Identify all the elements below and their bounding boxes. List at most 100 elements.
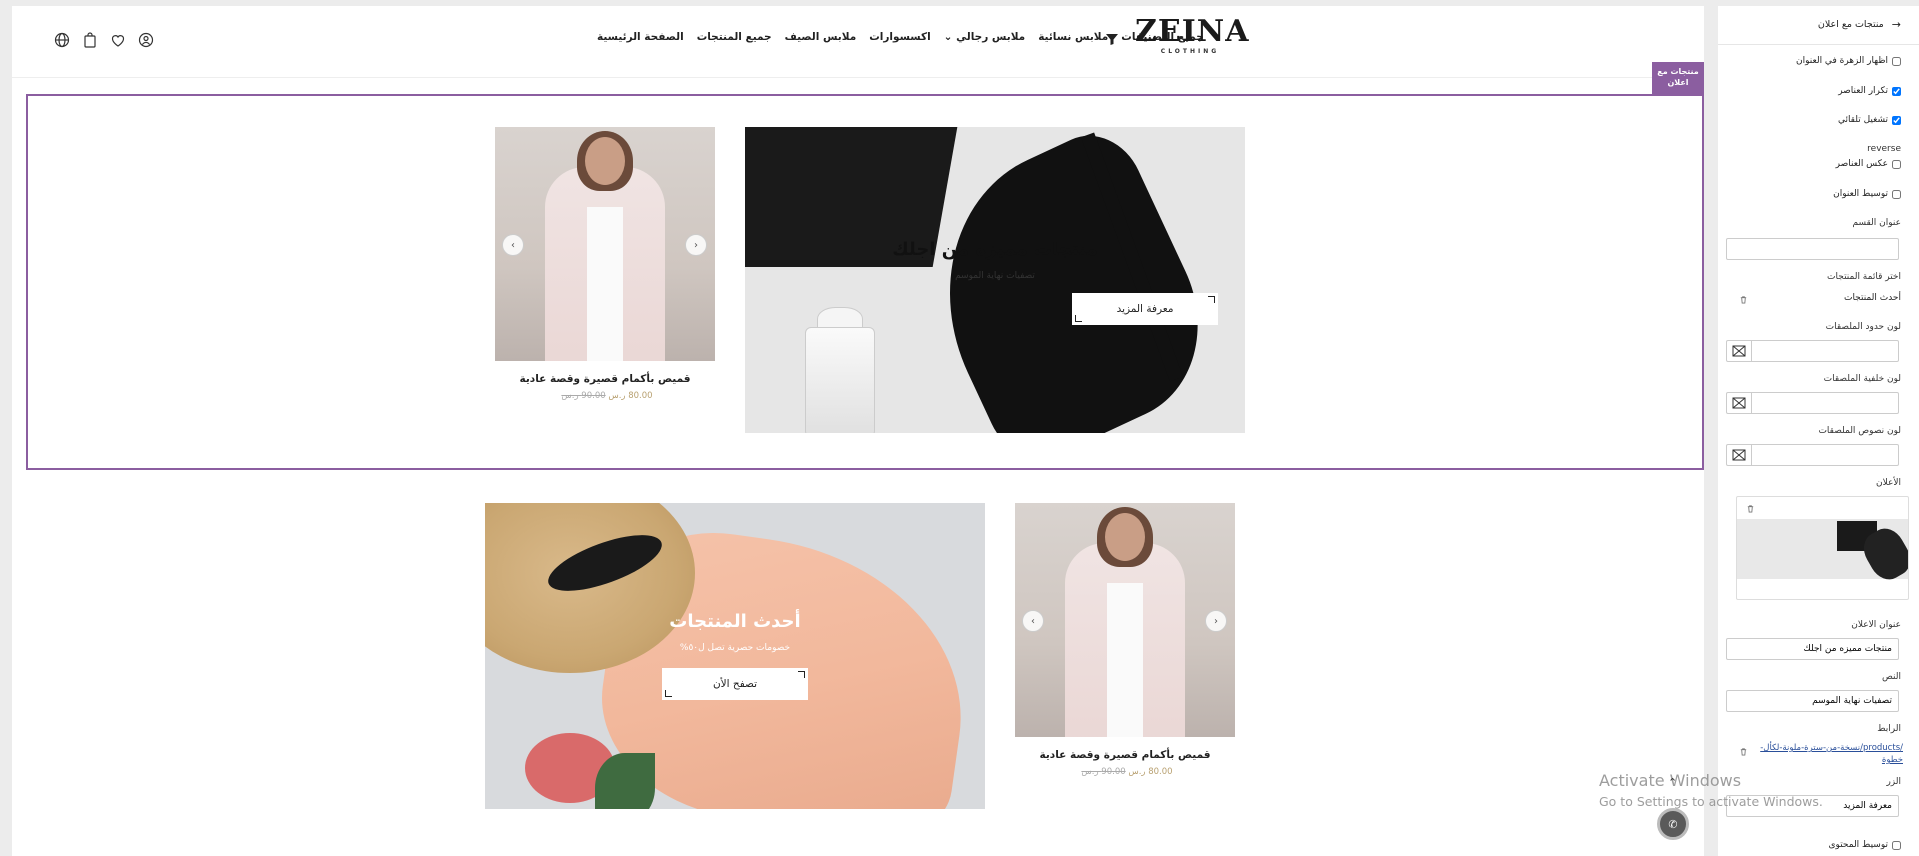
text-input[interactable] [1726, 690, 1899, 712]
trash-icon[interactable] [1736, 744, 1750, 758]
banner-1-title: منتجات مميزه من اجلك [892, 239, 1098, 260]
reverse-checkbox-row[interactable]: عكس العناصر [1836, 159, 1901, 169]
ad-banner-2[interactable]: أحدث المنتجات خصومات حصرية تصل ل٥٠% تصفح… [485, 503, 985, 809]
ad-title-input[interactable] [1726, 638, 1899, 660]
banner-2-title: أحدث المنتجات [669, 611, 801, 632]
watermark-line-1: Activate Windows [1599, 771, 1742, 790]
center-content-checkbox[interactable] [1892, 840, 1901, 850]
product-price: 80.00 ر.س 90.00 ر.س [495, 391, 715, 401]
back-arrow-icon[interactable]: → [1892, 18, 1901, 31]
nav-women[interactable]: ملابس نسائية [1038, 31, 1108, 43]
corner-mark [665, 690, 672, 697]
ad-image-thumbnail [1737, 519, 1908, 586]
show-flower-checkbox-row[interactable]: اظهار الزهرة في العنوان [1796, 56, 1901, 66]
corner-mark [798, 671, 805, 678]
scroll-to-top-icon[interactable]: ⌃ [1668, 776, 1677, 789]
section-tag[interactable]: منتجات مع اعلان [1652, 62, 1704, 94]
product-name[interactable]: قميص بأكمام قصيرة وقصة عادية [1015, 749, 1235, 761]
border-color-label: لون حدود الملصقات [1825, 322, 1901, 332]
bag-icon[interactable] [80, 30, 100, 50]
globe-icon[interactable] [52, 30, 72, 50]
banner-2-button-label: تصفح الأن [712, 678, 758, 690]
loop-label: تكرار العناصر [1838, 86, 1888, 96]
reverse-heading: reverse [1867, 144, 1901, 154]
settings-sidebar: → منتجات مع اعلان اظهار الزهرة في العنوا… [1718, 6, 1919, 856]
section-title-input[interactable] [1726, 238, 1899, 260]
banner-1-subtitle: تصفيات نهاية الموسم [955, 271, 1035, 281]
store-header: الصفحة الرئيسية جميع المنتجات ملابس الصي… [12, 6, 1704, 78]
loop-checkbox-row[interactable]: تكرار العناصر [1838, 86, 1901, 96]
price-old: 90.00 ر.س [561, 391, 606, 401]
trash-icon[interactable] [1743, 501, 1757, 515]
center-title-checkbox[interactable] [1892, 189, 1901, 199]
autoplay-checkbox-row[interactable]: تشغيل تلقائي [1838, 115, 1901, 125]
ad-label: الأعلان [1876, 478, 1901, 488]
product-image[interactable]: ‹ › [1015, 503, 1235, 737]
ad-title-label: عنوان الاعلان [1851, 620, 1901, 630]
button-label: الزر [1886, 777, 1901, 787]
carousel-prev-button[interactable]: ‹ [1022, 610, 1044, 632]
text-color-input[interactable] [1726, 444, 1899, 466]
loop-checkbox[interactable] [1892, 86, 1901, 96]
text-label: النص [1882, 672, 1901, 682]
store-logo[interactable]: ZEINA CLOTHING [1135, 14, 1250, 66]
chevron-down-icon: ⌄ [943, 31, 953, 43]
nav-all-products[interactable]: جميع المنتجات [697, 31, 772, 43]
link-label: الرابط [1877, 724, 1901, 734]
filter-icon[interactable] [1105, 32, 1119, 46]
center-content-label: توسيط المحتوى [1828, 840, 1888, 850]
product-card-1[interactable]: ‹ › قميص بأكمام قصيرة وقصة عادية 80.00 ر… [495, 127, 715, 401]
product-list-value[interactable]: أحدث المنتجات [1844, 293, 1901, 303]
ad-banner-1[interactable]: منتجات مميزه من اجلك تصفيات نهاية الموسم… [745, 127, 1245, 433]
center-title-checkbox-row[interactable]: توسيط العنوان [1833, 189, 1901, 199]
reverse-label: عكس العناصر [1835, 159, 1888, 169]
carousel-prev-button[interactable]: ‹ [502, 234, 524, 256]
nav-accessories[interactable]: اكسسوارات [869, 31, 930, 43]
center-title-label: توسيط العنوان [1833, 189, 1888, 199]
banner-1-button[interactable]: معرفة المزيد [1072, 293, 1218, 325]
show-flower-label: اظهار الزهرة في العنوان [1796, 56, 1888, 66]
nav-men[interactable]: ملابس رجالي ⌄ [944, 31, 1026, 43]
sidebar-header: → منتجات مع اعلان [1818, 18, 1901, 31]
user-icon[interactable] [136, 30, 156, 50]
reverse-checkbox[interactable] [1892, 159, 1901, 169]
price-old: 90.00 ر.س [1081, 767, 1126, 777]
product-photo-face [1105, 513, 1145, 561]
price-new: 80.00 ر.س [608, 391, 653, 401]
autoplay-checkbox[interactable] [1892, 115, 1901, 125]
border-color-input[interactable] [1726, 340, 1899, 362]
banner-1-button-label: معرفة المزيد [1116, 303, 1174, 315]
empty-color-icon[interactable] [1727, 341, 1752, 361]
center-content-checkbox-row[interactable]: توسيط المحتوى [1829, 840, 1901, 850]
header-icons [52, 30, 156, 50]
empty-color-icon[interactable] [1727, 445, 1752, 465]
whatsapp-icon[interactable]: ✆ [1657, 808, 1689, 840]
heart-icon[interactable] [108, 30, 128, 50]
link-value[interactable]: /products/نسخة-من-سترة-ملونة-لكأل-خطوة [1758, 742, 1903, 766]
product-image[interactable]: ‹ › [495, 127, 715, 361]
bg-color-input[interactable] [1726, 392, 1899, 414]
banner-2-button[interactable]: تصفح الأن [662, 668, 808, 700]
product-photo-shirt [1107, 583, 1143, 737]
product-photo-face [585, 137, 625, 185]
corner-mark [1075, 315, 1082, 322]
nav-summer[interactable]: ملابس الصيف [785, 31, 857, 43]
bg-color-label: لون خلفية الملصقات [1823, 374, 1901, 384]
product-photo-shirt [587, 207, 623, 361]
show-flower-checkbox[interactable] [1892, 56, 1901, 66]
windows-activation-watermark: Activate Windows Go to Settings to activ… [1599, 771, 1823, 809]
carousel-next-button[interactable]: › [1205, 610, 1227, 632]
section-title-label: عنوان القسم [1852, 218, 1901, 228]
product-card-2[interactable]: ‹ › قميص بأكمام قصيرة وقصة عادية 80.00 ر… [1015, 503, 1235, 777]
ad-image-picker[interactable] [1736, 496, 1909, 600]
nav-men-label: ملابس رجالي [956, 31, 1026, 43]
autoplay-label: تشغيل تلقائي [1837, 115, 1888, 125]
nav-home[interactable]: الصفحة الرئيسية [597, 31, 684, 43]
trash-icon[interactable] [1736, 292, 1750, 306]
empty-color-icon[interactable] [1727, 393, 1752, 413]
carousel-next-button[interactable]: › [685, 234, 707, 256]
banner-image-bottle [805, 327, 875, 433]
product-list-label: اختر قائمة المنتجات [1827, 272, 1901, 282]
logo-text: ZEINA [1135, 14, 1250, 49]
product-name[interactable]: قميص بأكمام قصيرة وقصة عادية [495, 373, 715, 385]
